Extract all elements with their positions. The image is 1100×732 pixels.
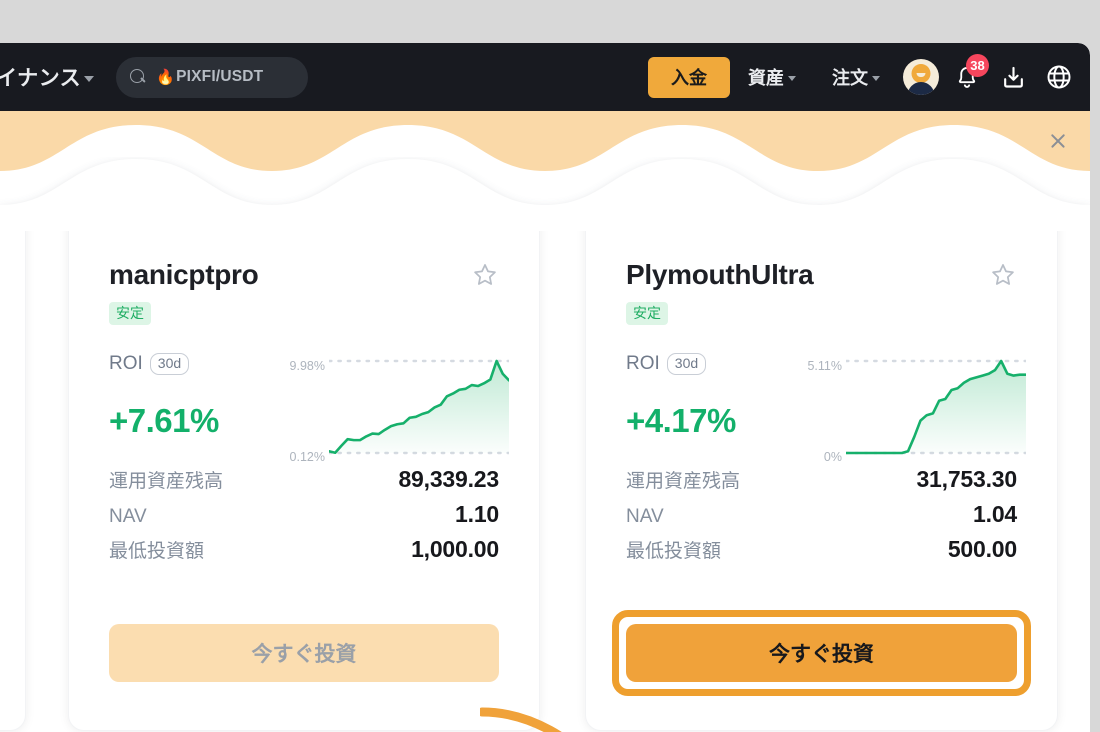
stat-key: 運用資産残高 xyxy=(109,471,224,492)
roi-label: ROI xyxy=(626,352,660,374)
stat-key: 最低投資額 xyxy=(626,541,722,562)
stat-value: 500.00 xyxy=(947,536,1017,562)
strategy-card-plymouthultra[interactable]: PlymouthUltra 安定 ROI 30d +4.17% 5.11% 0%… xyxy=(585,211,1058,731)
invest-now-button[interactable]: 今すぐ投資 xyxy=(626,624,1017,682)
card-title: PlymouthUltra xyxy=(626,259,814,290)
strategy-card-partial-left[interactable] xyxy=(0,211,26,731)
stats-list: 運用資産残高 31,753.30 NAV 1.04 最低投資額 500.00 xyxy=(626,462,1017,567)
roi-row: ROI 30d +4.17% 5.11% 0% xyxy=(626,352,1026,464)
card-header: manicptpro xyxy=(109,259,499,291)
stat-row: 最低投資額 500.00 xyxy=(626,532,1017,567)
strategy-cards-area: manicptpro 安定 ROI 30d +7.61% 9.98% 0.12%… xyxy=(0,203,1090,732)
roi-sparkline-chart: 5.11% 0% xyxy=(796,353,1026,464)
roi-period-chip: 30d xyxy=(149,352,190,375)
stats-list: 運用資産残高 89,339.23 NAV 1.10 最低投資額 1,000.00 xyxy=(109,462,499,567)
nav-left-group: イナンス 🔥 PIXFI/USDT xyxy=(0,56,309,98)
chevron-down-icon xyxy=(84,75,95,82)
roi-label: ROI xyxy=(109,352,143,374)
stat-key: NAV xyxy=(109,506,147,527)
banner-wave-front-decoration xyxy=(0,159,1090,231)
nav-menu-assets-label: 資産 xyxy=(748,68,784,88)
search-input-value: 🔥 PIXFI/USDT xyxy=(156,68,264,86)
brand-logo-menu[interactable]: イナンス xyxy=(0,62,95,92)
page-viewport: イナンス 🔥 PIXFI/USDT 入金 資産 注文 38 manicptpro… xyxy=(0,43,1090,732)
stat-row: NAV 1.04 xyxy=(626,497,1017,532)
card-title: manicptpro xyxy=(109,259,259,290)
chart-min-label: 0% xyxy=(823,449,842,464)
globe-icon xyxy=(1047,65,1071,89)
invest-now-button[interactable]: 今すぐ投資 xyxy=(109,624,499,682)
notification-count-badge: 38 xyxy=(966,54,989,77)
notifications-button[interactable]: 38 xyxy=(944,54,990,100)
star-outline-icon[interactable] xyxy=(989,261,1017,289)
roi-value: +7.61% xyxy=(109,402,219,439)
chart-max-label: 9.98% xyxy=(289,358,325,373)
roi-period-chip: 30d xyxy=(666,352,707,375)
chevron-down-icon xyxy=(872,76,880,81)
roi-value: +4.17% xyxy=(626,402,736,439)
avatar-icon xyxy=(903,59,939,95)
roi-row: ROI 30d +7.61% 9.98% 0.12% xyxy=(109,352,509,464)
strategy-card-manicptpro[interactable]: manicptpro 安定 ROI 30d +7.61% 9.98% 0.12%… xyxy=(68,211,540,731)
roi-label-group: ROI 30d xyxy=(626,352,796,375)
roi-label-group: ROI 30d xyxy=(109,352,279,375)
stat-value: 1,000.00 xyxy=(411,536,499,562)
search-input[interactable]: 🔥 PIXFI/USDT xyxy=(116,56,309,98)
download-icon xyxy=(1003,66,1023,88)
flame-icon: 🔥 xyxy=(156,69,176,86)
nav-menu-assets[interactable]: 資産 xyxy=(730,64,814,90)
roi-sparkline-chart: 9.98% 0.12% xyxy=(279,353,509,464)
window-chrome-top-bar xyxy=(0,0,1100,43)
nav-menu-orders-label: 注文 xyxy=(832,68,868,88)
brand-label: イナンス xyxy=(0,67,82,90)
stat-row: NAV 1.10 xyxy=(109,497,499,532)
stat-key: NAV xyxy=(626,506,664,527)
chevron-down-icon xyxy=(788,76,796,81)
stat-value: 1.10 xyxy=(455,501,499,527)
promo-banner xyxy=(0,111,1090,231)
stat-key: 最低投資額 xyxy=(109,541,205,562)
download-app-button[interactable] xyxy=(990,54,1036,100)
user-profile-button[interactable] xyxy=(898,54,944,100)
deposit-button[interactable]: 入金 xyxy=(648,56,730,98)
sparkline-svg xyxy=(329,359,509,454)
stat-row: 最低投資額 1,000.00 xyxy=(109,532,499,567)
search-icon xyxy=(130,68,147,86)
card-header: PlymouthUltra xyxy=(626,259,1017,291)
sparkline-svg xyxy=(846,359,1026,454)
star-outline-icon[interactable] xyxy=(471,261,499,289)
window-chrome-right-edge xyxy=(1090,43,1100,732)
stat-value: 1.04 xyxy=(973,501,1017,527)
stat-value: 89,339.23 xyxy=(398,466,499,492)
close-icon[interactable] xyxy=(1046,129,1070,153)
chart-min-label: 0.12% xyxy=(289,449,325,464)
browser-window: イナンス 🔥 PIXFI/USDT 入金 資産 注文 38 manicptpro… xyxy=(0,0,1100,732)
top-navigation-bar: イナンス 🔥 PIXFI/USDT 入金 資産 注文 38 xyxy=(0,43,1090,111)
stat-row: 運用資産残高 31,753.30 xyxy=(626,462,1017,497)
nav-menu-orders[interactable]: 注文 xyxy=(814,64,898,90)
stat-row: 運用資産残高 89,339.23 xyxy=(109,462,499,497)
nav-right-group: 入金 資産 注文 38 xyxy=(648,54,1090,100)
status-badge: 安定 xyxy=(626,302,668,325)
chart-max-label: 5.11% xyxy=(807,358,842,373)
status-badge: 安定 xyxy=(109,302,151,325)
stat-key: 運用資産残高 xyxy=(626,471,741,492)
language-selector-button[interactable] xyxy=(1036,54,1082,100)
stat-value: 31,753.30 xyxy=(916,466,1017,492)
